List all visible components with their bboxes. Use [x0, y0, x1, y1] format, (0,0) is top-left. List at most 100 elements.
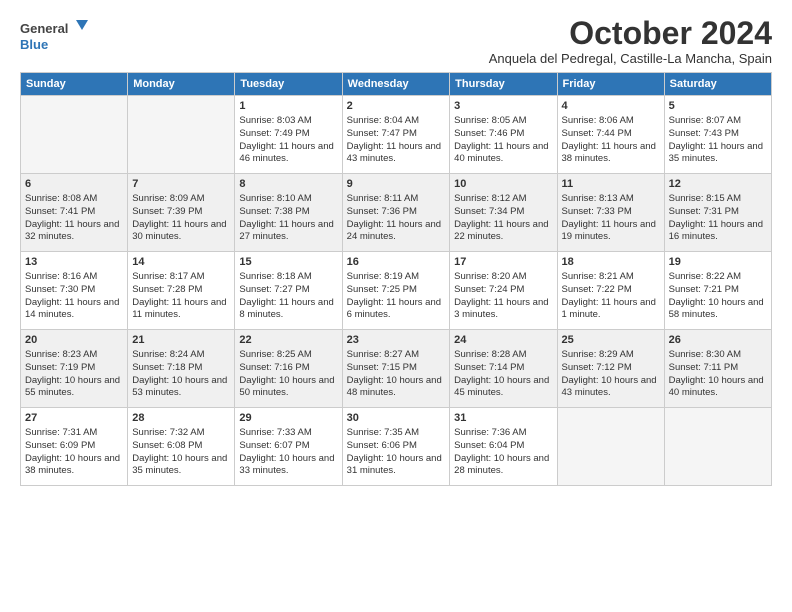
daylight-text: Daylight: 11 hours and 6 minutes.: [347, 297, 441, 321]
table-row: 12 Sunrise: 8:15 AM Sunset: 7:31 PM Dayl…: [664, 174, 771, 252]
day-number: 1: [239, 99, 337, 114]
daylight-text: Daylight: 10 hours and 43 minutes.: [562, 375, 657, 399]
sunrise-text: Sunrise: 7:31 AM: [25, 427, 97, 438]
table-row: 5 Sunrise: 8:07 AM Sunset: 7:43 PM Dayli…: [664, 96, 771, 174]
header-saturday: Saturday: [664, 73, 771, 96]
table-row: 17 Sunrise: 8:20 AM Sunset: 7:24 PM Dayl…: [450, 252, 557, 330]
table-row: 4 Sunrise: 8:06 AM Sunset: 7:44 PM Dayli…: [557, 96, 664, 174]
daylight-text: Daylight: 11 hours and 1 minute.: [562, 297, 656, 321]
daylight-text: Daylight: 10 hours and 48 minutes.: [347, 375, 442, 399]
table-row: 19 Sunrise: 8:22 AM Sunset: 7:21 PM Dayl…: [664, 252, 771, 330]
daylight-text: Daylight: 10 hours and 35 minutes.: [132, 453, 227, 477]
table-row: 3 Sunrise: 8:05 AM Sunset: 7:46 PM Dayli…: [450, 96, 557, 174]
day-number: 24: [454, 333, 552, 348]
sunset-text: Sunset: 7:44 PM: [562, 128, 632, 139]
sunset-text: Sunset: 7:28 PM: [132, 284, 202, 295]
table-row: 7 Sunrise: 8:09 AM Sunset: 7:39 PM Dayli…: [128, 174, 235, 252]
table-row: 8 Sunrise: 8:10 AM Sunset: 7:38 PM Dayli…: [235, 174, 342, 252]
sunset-text: Sunset: 7:25 PM: [347, 284, 417, 295]
daylight-text: Daylight: 11 hours and 40 minutes.: [454, 141, 548, 165]
day-number: 21: [132, 333, 230, 348]
calendar-header-row: Sunday Monday Tuesday Wednesday Thursday…: [21, 73, 772, 96]
table-row: 13 Sunrise: 8:16 AM Sunset: 7:30 PM Dayl…: [21, 252, 128, 330]
day-number: 18: [562, 255, 660, 270]
table-row: [128, 96, 235, 174]
sunrise-text: Sunrise: 8:20 AM: [454, 271, 526, 282]
sunset-text: Sunset: 7:49 PM: [239, 128, 309, 139]
page: General Blue October 2024 Anquela del Pe…: [0, 0, 792, 498]
daylight-text: Daylight: 11 hours and 8 minutes.: [239, 297, 333, 321]
daylight-text: Daylight: 11 hours and 32 minutes.: [25, 219, 119, 243]
day-number: 20: [25, 333, 123, 348]
sunrise-text: Sunrise: 8:08 AM: [25, 193, 97, 204]
sunset-text: Sunset: 7:14 PM: [454, 362, 524, 373]
day-number: 3: [454, 99, 552, 114]
day-number: 27: [25, 411, 123, 426]
sunrise-text: Sunrise: 8:07 AM: [669, 115, 741, 126]
sunrise-text: Sunrise: 8:28 AM: [454, 349, 526, 360]
sunset-text: Sunset: 7:18 PM: [132, 362, 202, 373]
daylight-text: Daylight: 11 hours and 35 minutes.: [669, 141, 763, 165]
sunrise-text: Sunrise: 8:19 AM: [347, 271, 419, 282]
daylight-text: Daylight: 11 hours and 11 minutes.: [132, 297, 226, 321]
sunset-text: Sunset: 6:06 PM: [347, 440, 417, 451]
sunset-text: Sunset: 7:16 PM: [239, 362, 309, 373]
day-number: 26: [669, 333, 767, 348]
table-row: 28 Sunrise: 7:32 AM Sunset: 6:08 PM Dayl…: [128, 408, 235, 486]
daylight-text: Daylight: 11 hours and 27 minutes.: [239, 219, 333, 243]
table-row: 29 Sunrise: 7:33 AM Sunset: 6:07 PM Dayl…: [235, 408, 342, 486]
logo: General Blue: [20, 16, 90, 54]
day-number: 12: [669, 177, 767, 192]
day-number: 10: [454, 177, 552, 192]
sunrise-text: Sunrise: 8:06 AM: [562, 115, 634, 126]
header-sunday: Sunday: [21, 73, 128, 96]
daylight-text: Daylight: 11 hours and 16 minutes.: [669, 219, 763, 243]
table-row: 25 Sunrise: 8:29 AM Sunset: 7:12 PM Dayl…: [557, 330, 664, 408]
table-row: 10 Sunrise: 8:12 AM Sunset: 7:34 PM Dayl…: [450, 174, 557, 252]
table-row: [21, 96, 128, 174]
table-row: 14 Sunrise: 8:17 AM Sunset: 7:28 PM Dayl…: [128, 252, 235, 330]
sunset-text: Sunset: 7:27 PM: [239, 284, 309, 295]
daylight-text: Daylight: 11 hours and 38 minutes.: [562, 141, 656, 165]
month-title: October 2024: [489, 16, 772, 51]
sunrise-text: Sunrise: 7:33 AM: [239, 427, 311, 438]
table-row: 20 Sunrise: 8:23 AM Sunset: 7:19 PM Dayl…: [21, 330, 128, 408]
daylight-text: Daylight: 11 hours and 22 minutes.: [454, 219, 548, 243]
sunrise-text: Sunrise: 8:10 AM: [239, 193, 311, 204]
sunset-text: Sunset: 7:39 PM: [132, 206, 202, 217]
daylight-text: Daylight: 10 hours and 38 minutes.: [25, 453, 120, 477]
sunrise-text: Sunrise: 8:30 AM: [669, 349, 741, 360]
daylight-text: Daylight: 11 hours and 30 minutes.: [132, 219, 226, 243]
day-number: 23: [347, 333, 446, 348]
day-number: 19: [669, 255, 767, 270]
table-row: 24 Sunrise: 8:28 AM Sunset: 7:14 PM Dayl…: [450, 330, 557, 408]
daylight-text: Daylight: 11 hours and 46 minutes.: [239, 141, 333, 165]
daylight-text: Daylight: 11 hours and 19 minutes.: [562, 219, 656, 243]
header-monday: Monday: [128, 73, 235, 96]
sunset-text: Sunset: 6:07 PM: [239, 440, 309, 451]
daylight-text: Daylight: 10 hours and 40 minutes.: [669, 375, 764, 399]
calendar-week-row: 13 Sunrise: 8:16 AM Sunset: 7:30 PM Dayl…: [21, 252, 772, 330]
day-number: 28: [132, 411, 230, 426]
sunrise-text: Sunrise: 8:12 AM: [454, 193, 526, 204]
day-number: 8: [239, 177, 337, 192]
sunrise-text: Sunrise: 8:22 AM: [669, 271, 741, 282]
day-number: 29: [239, 411, 337, 426]
calendar-week-row: 20 Sunrise: 8:23 AM Sunset: 7:19 PM Dayl…: [21, 330, 772, 408]
logo-svg: General Blue: [20, 16, 90, 54]
day-number: 13: [25, 255, 123, 270]
sunset-text: Sunset: 7:24 PM: [454, 284, 524, 295]
sunset-text: Sunset: 6:08 PM: [132, 440, 202, 451]
sunset-text: Sunset: 7:41 PM: [25, 206, 95, 217]
sunrise-text: Sunrise: 8:03 AM: [239, 115, 311, 126]
daylight-text: Daylight: 10 hours and 53 minutes.: [132, 375, 227, 399]
title-block: October 2024 Anquela del Pedregal, Casti…: [489, 16, 772, 66]
daylight-text: Daylight: 10 hours and 50 minutes.: [239, 375, 334, 399]
header-friday: Friday: [557, 73, 664, 96]
sunrise-text: Sunrise: 8:27 AM: [347, 349, 419, 360]
day-number: 11: [562, 177, 660, 192]
daylight-text: Daylight: 11 hours and 43 minutes.: [347, 141, 441, 165]
daylight-text: Daylight: 10 hours and 55 minutes.: [25, 375, 120, 399]
daylight-text: Daylight: 10 hours and 33 minutes.: [239, 453, 334, 477]
sunrise-text: Sunrise: 8:24 AM: [132, 349, 204, 360]
